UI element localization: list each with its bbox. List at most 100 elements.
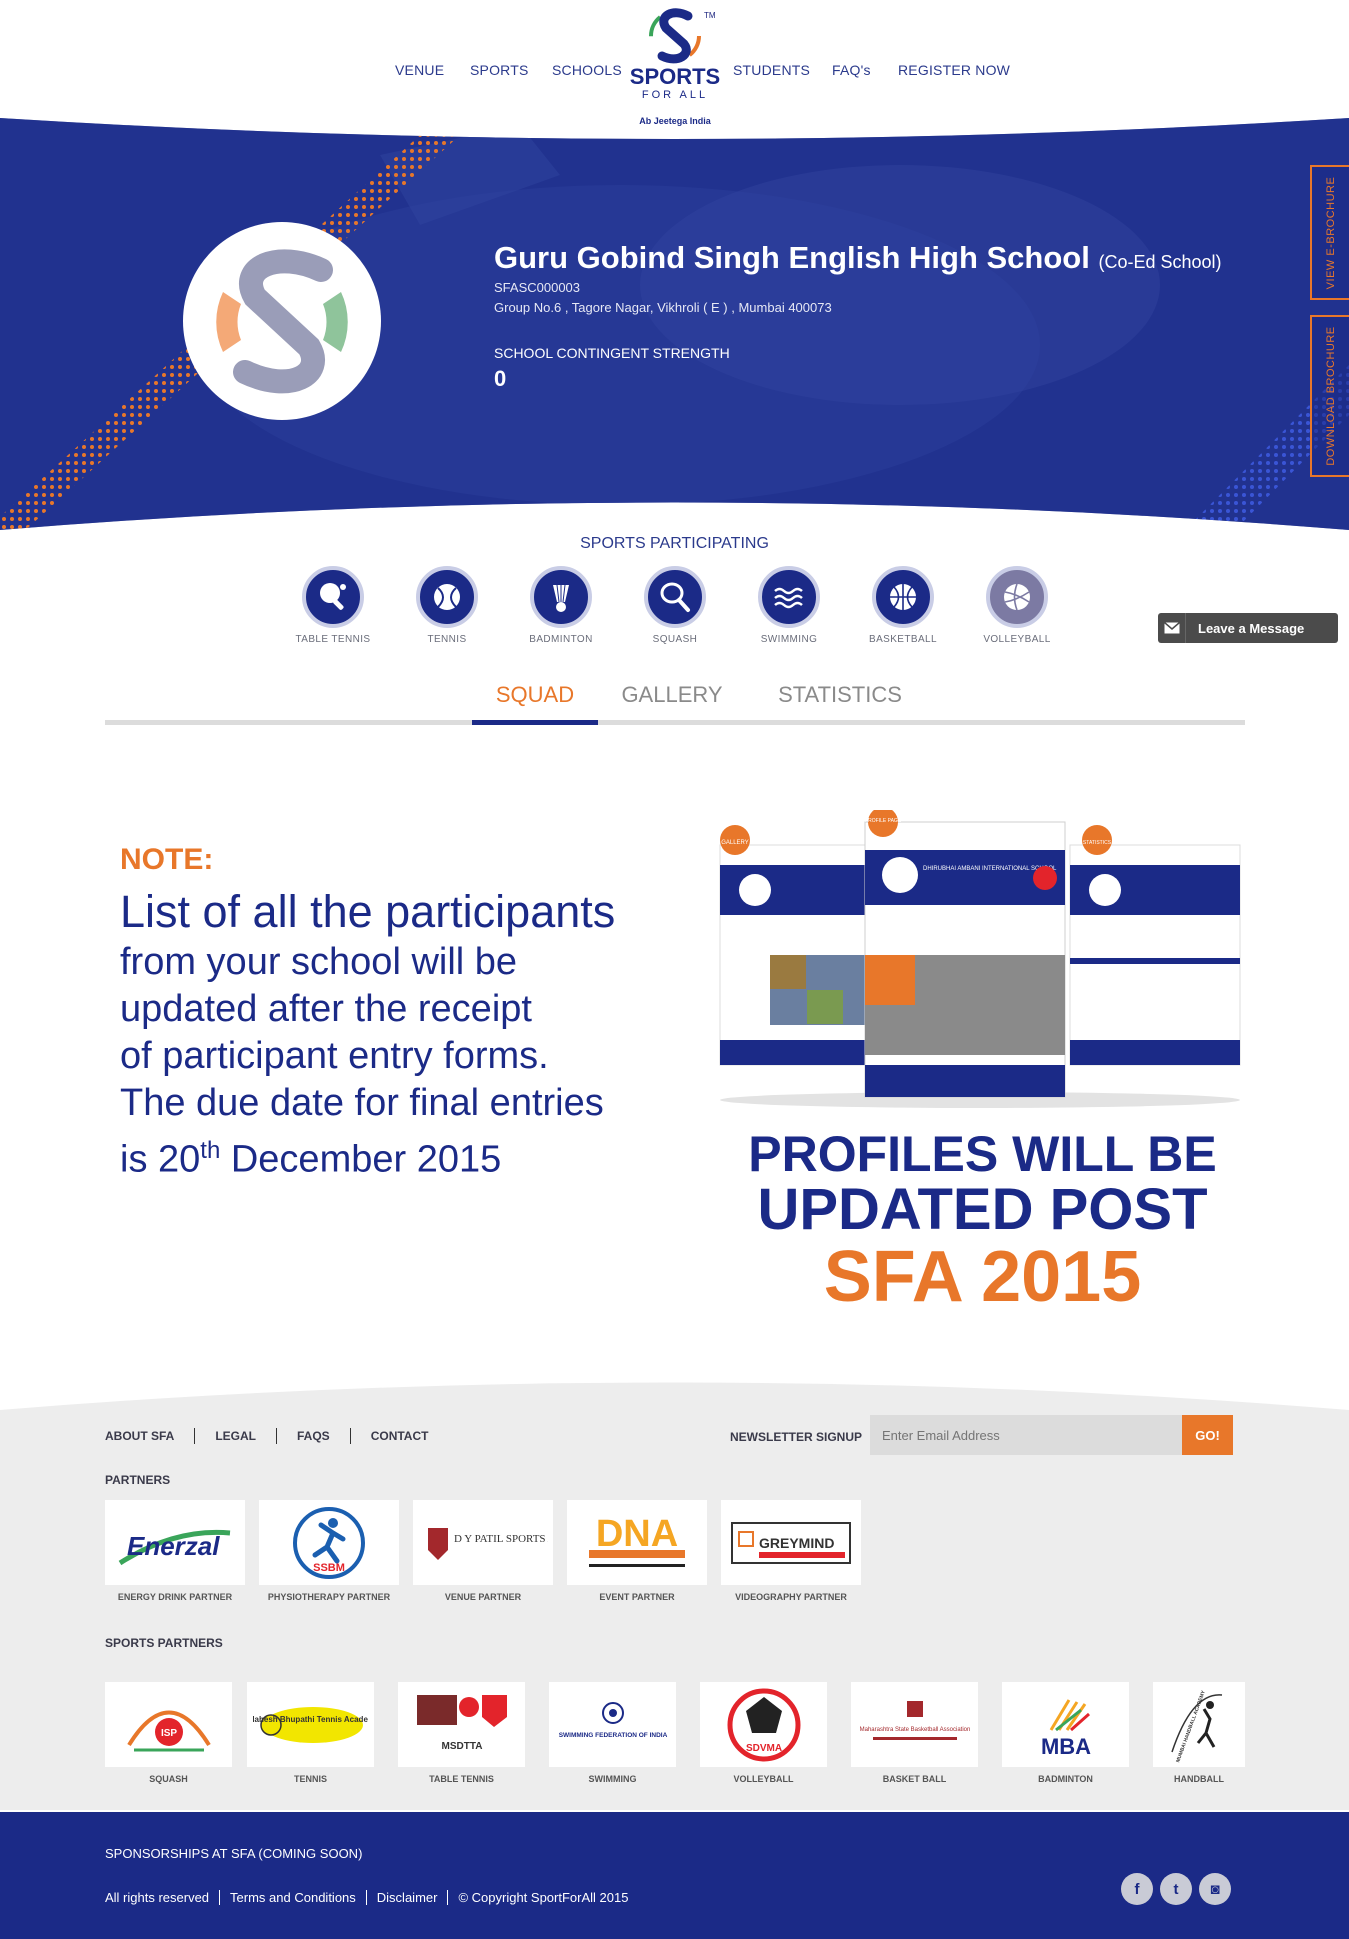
greymind-wordmark: GREYMIND [759, 1535, 834, 1551]
sports-partner-msba[interactable]: Maharashtra State Basketball Association… [851, 1682, 978, 1784]
nav-schools[interactable]: SCHOOLS [552, 62, 622, 78]
newsletter-label: NEWSLETTER SIGNUP [730, 1430, 863, 1444]
newsletter-go-button[interactable]: GO! [1182, 1415, 1233, 1455]
school-name-text: Guru Gobind Singh English High School [494, 240, 1090, 275]
partner-enerzal[interactable]: Enerzal ENERGY DRINK PARTNER [105, 1500, 245, 1602]
note-label: NOTE: [120, 843, 214, 876]
sport-badminton[interactable]: BADMINTON [506, 566, 616, 645]
sport-tennis[interactable]: TENNIS [392, 566, 502, 645]
note-line: The due date for final entries [120, 1082, 604, 1124]
sport-label: BASKETBALL [869, 634, 937, 645]
nav-register-now[interactable]: REGISTER NOW [898, 62, 1010, 78]
sports-partner-caption: HANDBALL [1174, 1774, 1224, 1784]
sports-partner-handball[interactable]: MUMBAI HANDBALL ACADEMY HANDBALL [1153, 1682, 1245, 1784]
partner-dy-patil[interactable]: D Y PATIL SPORTS ACADEMY VENUE PARTNER [413, 1500, 553, 1602]
partner-caption: VENUE PARTNER [444, 1592, 522, 1602]
facebook-icon[interactable]: f [1121, 1873, 1153, 1905]
msba-wordmark: Maharashtra State Basketball Association [859, 1727, 970, 1733]
mahesh-bhupathi-wordmark: Mahesh Bhupathi Tennis Academies [253, 1715, 368, 1724]
contingent-strength-label: SCHOOL CONTINGENT STRENGTH [494, 345, 730, 361]
disclaimer-link[interactable]: Disclaimer [377, 1890, 438, 1905]
footer-link-legal[interactable]: LEGAL [215, 1429, 256, 1443]
profiles-line-3: SFA 2015 [823, 1237, 1142, 1317]
due-date-prefix: is 20 [120, 1138, 201, 1181]
footer-link-contact[interactable]: CONTACT [371, 1429, 429, 1443]
badminton-icon [530, 566, 592, 628]
school-type: (Co-Ed School) [1098, 252, 1222, 272]
partner-ssbm[interactable]: SSBM PHYSIOTHERAPY PARTNER [259, 1500, 399, 1602]
sponsorships-text[interactable]: SPONSORSHIPS AT SFA (COMING SOON) [105, 1846, 362, 1861]
swimming-federation-logo: SWIMMING FEDERATION OF INDIA [549, 1682, 676, 1767]
sports-partner-caption: TENNIS [293, 1774, 327, 1784]
download-brochure-tab[interactable]: DOWNLOAD BROCHURE [1310, 315, 1349, 477]
partner-caption: VIDEOGRAPHY PARTNER [735, 1592, 847, 1602]
school-logo-icon [216, 249, 348, 394]
instagram-icon[interactable]: ◙ [1199, 1873, 1231, 1905]
school-name: Guru Gobind Singh English High School (C… [494, 240, 1222, 276]
contingent-strength-value: 0 [494, 366, 507, 391]
footer-link-faqs[interactable]: FAQS [297, 1429, 330, 1443]
leave-message-button[interactable]: Leave a Message [1158, 613, 1338, 643]
tab-statistics[interactable]: STATISTICS [765, 682, 915, 720]
twitter-icon[interactable]: t [1160, 1873, 1192, 1905]
sports-partner-swimming-federation[interactable]: SWIMMING FEDERATION OF INDIA SWIMMING [549, 1682, 676, 1784]
nav-students[interactable]: STUDENTS [733, 62, 810, 78]
profile-preview-image: GALLERY STATISTICS DHIRUBHAI AMBANI INTE… [719, 810, 1241, 1108]
partner-dna[interactable]: DNA EVENT PARTNER [567, 1500, 707, 1602]
rights-text: All rights reserved [105, 1890, 210, 1905]
sport-basketball[interactable]: BASKETBALL [848, 566, 958, 645]
sport-volleyball[interactable]: VOLLEYBALL [962, 566, 1072, 645]
sdvma-wordmark: SDVMA [745, 1743, 781, 1754]
nav-sports[interactable]: SPORTS [470, 62, 529, 78]
newsletter-email-input[interactable] [870, 1415, 1182, 1455]
divider [365, 1890, 367, 1905]
nav-venue[interactable]: VENUE [395, 62, 444, 78]
partner-caption: ENERGY DRINK PARTNER [117, 1592, 233, 1602]
tab-squad[interactable]: SQUAD [472, 682, 598, 725]
partner-greymind[interactable]: GREYMIND VIDEOGRAPHY PARTNER [721, 1500, 861, 1602]
badge-profile-page: PROFILE PAGE [865, 818, 902, 824]
sport-label: BADMINTON [529, 634, 593, 645]
note-line: of participant entry forms. [120, 1035, 549, 1077]
sports-partner-caption: SWIMMING [588, 1774, 637, 1784]
site-logo[interactable]: TM SPORTS FOR ALL Ab Jeetega India [620, 6, 730, 130]
sport-swimming[interactable]: SWIMMING [734, 566, 844, 645]
view-e-brochure-tab[interactable]: VIEW E-BROCHURE [1310, 165, 1349, 300]
sports-partner-mahesh-bhupathi[interactable]: Mahesh Bhupathi Tennis Academies TENNIS [247, 1682, 374, 1784]
sport-label: TABLE TENNIS [295, 634, 371, 645]
sport-squash[interactable]: SQUASH [620, 566, 730, 645]
footer-links: ABOUT SFA LEGAL FAQS CONTACT [105, 1428, 428, 1444]
top-navigation: VENUE SPORTS SCHOOLS STUDENTS FAQ's REGI… [0, 0, 1349, 126]
sports-participating-title: SPORTS PARTICIPATING [580, 535, 769, 552]
tab-gallery[interactable]: GALLERY [612, 682, 732, 720]
msdtta-wordmark: MSDTTA [441, 1741, 482, 1752]
basketball-icon [872, 566, 934, 628]
dy-patil-logo: D Y PATIL SPORTS ACADEMY [413, 1500, 553, 1585]
tennis-icon [416, 566, 478, 628]
table-tennis-icon [302, 566, 364, 628]
download-brochure-label: DOWNLOAD BROCHURE [1324, 326, 1337, 466]
ssbm-wordmark: SSBM [313, 1562, 345, 1574]
greymind-logo: GREYMIND [721, 1500, 861, 1585]
profiles-line-1: PROFILES WILL BE [748, 1126, 1217, 1182]
sports-partner-sdvma[interactable]: SDVMA VOLLEYBALL [700, 1682, 827, 1784]
nav-faqs[interactable]: FAQ's [832, 62, 871, 78]
dy-patil-wordmark: D Y PATIL SPORTS ACADEMY [454, 1533, 548, 1545]
sports-partner-isp[interactable]: ISP SQUASH [105, 1682, 232, 1784]
profile-tabs: SQUAD GALLERY STATISTICS [105, 670, 1245, 725]
sport-label: SWIMMING [760, 634, 818, 645]
view-e-brochure-label: VIEW E-BROCHURE [1324, 176, 1337, 289]
sfa-logo-icon [649, 8, 701, 64]
mahesh-bhupathi-logo: Mahesh Bhupathi Tennis Academies [247, 1682, 374, 1767]
due-date-month-year: December 2015 [220, 1138, 502, 1181]
sports-partner-msdtta[interactable]: MSDTTA TABLE TENNIS [398, 1682, 525, 1784]
sports-partners-label: SPORTS PARTNERS [105, 1636, 223, 1650]
msba-logo: Maharashtra State Basketball Association [851, 1682, 978, 1767]
terms-link[interactable]: Terms and Conditions [230, 1890, 356, 1905]
sport-table-tennis[interactable]: TABLE TENNIS [278, 566, 388, 645]
dna-wordmark: DNA [596, 1513, 678, 1555]
footer-link-about[interactable]: ABOUT SFA [105, 1429, 174, 1443]
note-due-date: is 20th December 2015 [120, 1127, 680, 1184]
squash-icon [644, 566, 706, 628]
sports-partner-mba[interactable]: MBA BADMINTON [1002, 1682, 1129, 1784]
